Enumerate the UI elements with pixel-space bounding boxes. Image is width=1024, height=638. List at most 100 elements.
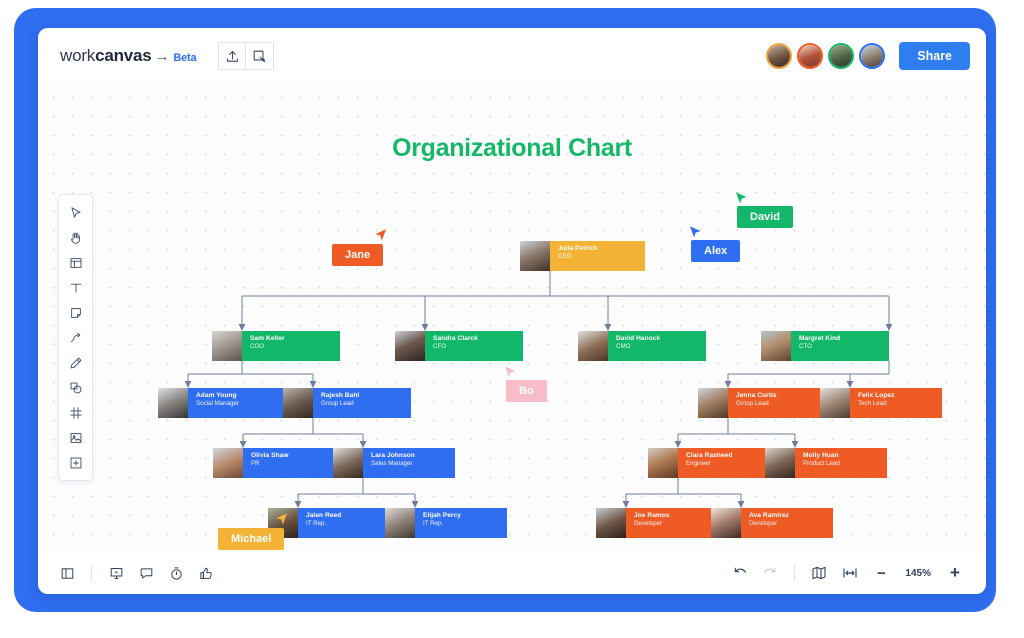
org-node-avatar <box>158 388 188 418</box>
app-logo[interactable]: workcanvas → Beta <box>60 46 197 66</box>
org-node-name: Jalen Reed <box>306 512 342 519</box>
logo-arrow-icon: → <box>154 48 170 65</box>
timer-icon[interactable] <box>161 560 191 586</box>
panel-toggle-icon[interactable] <box>52 560 82 586</box>
org-node-name: Adam Young <box>196 392 237 399</box>
add-tool[interactable] <box>59 450 92 475</box>
org-node[interactable]: David Hanock CMO <box>578 331 706 361</box>
org-node-body: Ava Ramirez Developer <box>741 508 833 538</box>
org-node-body: Julia Patrick CEO <box>550 241 645 271</box>
org-node-name: David Hanock <box>616 335 661 342</box>
collaborator-cursor: Jane <box>332 229 387 266</box>
org-node-name: Molly Huan <box>803 452 839 459</box>
org-node-name: Lara Johnson <box>371 452 415 459</box>
org-node[interactable]: Elijah Percy IT Rep. <box>385 508 507 538</box>
avatar[interactable] <box>828 43 855 69</box>
frame-tool[interactable] <box>59 250 92 275</box>
select-frame-icon[interactable] <box>246 42 275 70</box>
org-node[interactable]: Molly Huan Product Lead <box>765 448 887 478</box>
image-tool[interactable] <box>59 425 92 450</box>
org-node-name: Margret Kind <box>799 335 841 342</box>
org-node-name: Rajesh Bahl <box>321 392 360 399</box>
org-node-name: Clara Rasheed <box>686 452 733 459</box>
left-toolbar <box>58 194 93 481</box>
divider <box>794 564 796 582</box>
text-tool[interactable] <box>59 275 92 300</box>
org-node[interactable]: Ava Ramirez Developer <box>711 508 833 538</box>
org-node[interactable]: Sandra Clarck CFO <box>395 331 523 361</box>
header-tool-group <box>218 42 275 70</box>
hand-tool[interactable] <box>59 225 92 250</box>
shapes-tool[interactable] <box>59 375 92 400</box>
canvas-area[interactable]: Organizational Chart Julia Patrick CEO S… <box>38 84 986 552</box>
org-node[interactable]: Clara Rasheed Engineer <box>648 448 770 478</box>
org-node[interactable]: Lara Johnson Sales Manager <box>333 448 455 478</box>
app-header: workcanvas → Beta Share <box>38 28 986 84</box>
org-node-name: Ava Ramirez <box>749 512 789 519</box>
org-node-avatar <box>578 331 608 361</box>
minimap-icon[interactable] <box>804 560 834 586</box>
collaborator-avatars <box>766 43 886 69</box>
org-node[interactable]: Margret Kind CTO <box>761 331 889 361</box>
pen-tool[interactable] <box>59 350 92 375</box>
org-node[interactable]: Jenna Curtis Group Lead <box>698 388 826 418</box>
cursor-pointer-icon <box>272 511 290 534</box>
org-node-body: Margret Kind CTO <box>791 331 889 361</box>
share-button[interactable]: Share <box>899 42 970 70</box>
comment-icon[interactable] <box>131 560 161 586</box>
org-node-role: CMO <box>616 343 631 351</box>
org-node[interactable]: Felix Lopez Tech Lead <box>820 388 942 418</box>
present-icon[interactable] <box>101 560 131 586</box>
logo-text-light: work <box>60 46 96 65</box>
collaborator-cursor: Alex <box>690 226 741 262</box>
org-node-avatar <box>333 448 363 478</box>
org-node-avatar <box>711 508 741 538</box>
org-node[interactable]: Rajesh Bahl Group Lead <box>283 388 411 418</box>
redo-button[interactable] <box>755 560 785 586</box>
upload-icon[interactable] <box>218 42 247 70</box>
org-node-body: David Hanock CMO <box>608 331 706 361</box>
thumbs-up-icon[interactable] <box>191 560 221 586</box>
org-node-role: Tech Lead <box>858 400 887 408</box>
org-node-role: Developer <box>634 520 663 528</box>
grid-tool[interactable] <box>59 400 92 425</box>
cursor-pointer-icon <box>371 227 389 250</box>
zoom-in-button[interactable]: + <box>940 560 970 586</box>
page-title: Organizational Chart <box>392 134 632 162</box>
org-node-avatar <box>213 448 243 478</box>
org-node-avatar <box>385 508 415 538</box>
org-node-avatar <box>395 331 425 361</box>
org-node[interactable]: Sam Keller COO <box>212 331 340 361</box>
org-node-body: Jenna Curtis Group Lead <box>728 388 826 418</box>
cursor-pointer-icon <box>687 224 705 247</box>
beta-badge: Beta <box>173 52 197 64</box>
org-node-body: Felix Lopez Tech Lead <box>850 388 942 418</box>
org-node-avatar <box>698 388 728 418</box>
org-node[interactable]: Julia Patrick CEO <box>520 241 645 271</box>
org-node-name: Sam Keller <box>250 335 285 342</box>
org-node-role: Social Manager <box>196 400 239 408</box>
org-node-role: CTO <box>799 343 812 351</box>
avatar[interactable] <box>766 43 793 69</box>
org-node-avatar <box>820 388 850 418</box>
sticky-note-tool[interactable] <box>59 300 92 325</box>
org-node-role: Engineer <box>686 460 711 468</box>
org-node[interactable]: Joe Ramos Developer <box>596 508 718 538</box>
cursor-tool[interactable] <box>59 200 92 225</box>
connector-tool[interactable] <box>59 325 92 350</box>
org-node-avatar <box>520 241 550 271</box>
org-node-body: Jalen Reed IT Rep. <box>298 508 390 538</box>
org-node[interactable]: Adam Young Social Manager <box>158 388 286 418</box>
org-node-name: Sandra Clarck <box>433 335 478 342</box>
avatar[interactable] <box>859 43 886 69</box>
org-node[interactable]: Olivia Shaw PR <box>213 448 335 478</box>
org-node-body: Clara Rasheed Engineer <box>678 448 770 478</box>
zoom-out-button[interactable]: − <box>866 560 896 586</box>
footer-right-tools: − 145% + <box>725 560 970 586</box>
fit-to-screen-button[interactable] <box>834 560 866 586</box>
avatar[interactable] <box>797 43 824 69</box>
undo-button[interactable] <box>725 560 755 586</box>
logo-text-bold: canvas <box>95 46 152 65</box>
org-node-role: Sales Manager <box>371 460 413 468</box>
app-footer: − 145% + <box>38 552 986 594</box>
